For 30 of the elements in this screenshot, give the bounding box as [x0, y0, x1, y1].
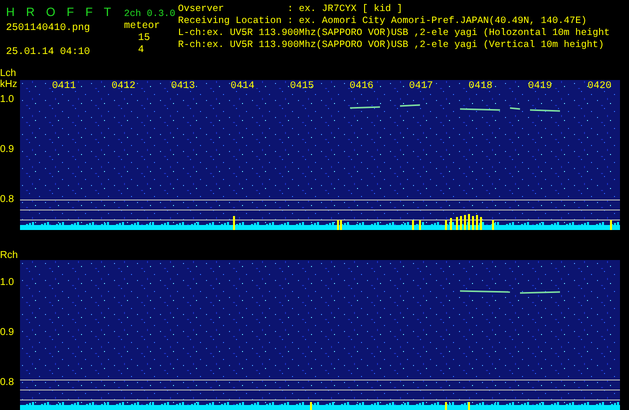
channel-label: Rch [0, 250, 19, 261]
time-label: 0414 [230, 81, 256, 93]
date-time: 25.01.14 04:10 [6, 47, 92, 59]
file-name: 2501140410.png [6, 23, 92, 35]
info-line: Receiving Location : ex. Aomori City Aomori-Pref.JAPAN(40.49N, 140.47E) [178, 15, 588, 27]
time-label: 0420 [588, 81, 613, 93]
frequency-tick: 0.9 [0, 144, 15, 156]
time-label: 0417 [409, 81, 434, 93]
channel-label: Lch [0, 68, 18, 79]
time-label: 0413 [171, 81, 196, 93]
unit-label: kHz [0, 79, 18, 90]
info-line: Ovserver : ex. JR7CYX [ kid ] [178, 3, 404, 15]
time-label: 0418 [468, 81, 494, 93]
frequency-tick: 0.8 [0, 194, 15, 206]
info-line: R-ch:ex. UV5R 113.900Mhz(SAPPORO VOR)USB ,2-ele yagi (Vertical 10m height) [178, 39, 606, 51]
time-label: 0412 [112, 81, 137, 93]
meteor-count: 15 [137, 33, 152, 45]
frequency-tick: 1.0 [0, 94, 15, 106]
frequency-tick: 0.8 [0, 377, 15, 389]
app-title: H R O F F T [6, 5, 116, 19]
version-label: 2ch 0.3.0 [124, 8, 176, 20]
time-label: 0419 [528, 81, 554, 93]
frequency-tick: 1.0 [0, 277, 15, 289]
meteor-count: 4 [137, 45, 146, 57]
time-label: 0416 [350, 81, 375, 93]
time-label: 0415 [290, 81, 316, 93]
info-line: L-ch:ex. UV5R 113.900Mhz(SAPPORO VOR)USB ,2-ele yagi (Holozontal 10m height [178, 27, 610, 39]
meteor-label: meteor [124, 21, 162, 33]
time-label: 0411 [52, 81, 78, 93]
frequency-tick: 0.9 [0, 327, 15, 339]
